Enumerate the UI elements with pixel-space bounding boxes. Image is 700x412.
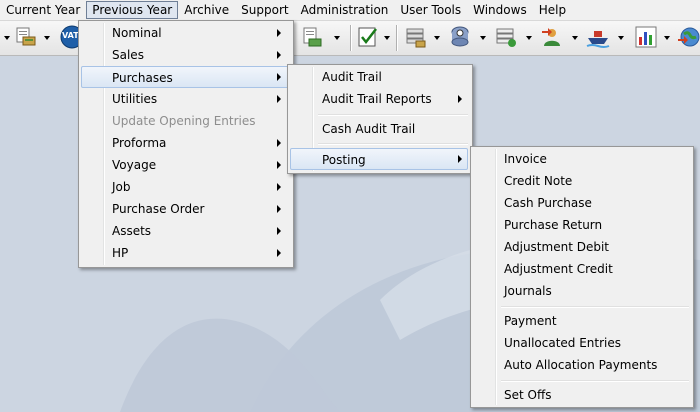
submenu-arrow-icon (277, 249, 281, 257)
menu-separator (501, 306, 689, 308)
menu-item-credit-note[interactable]: Credit Note (473, 170, 689, 192)
layers-button[interactable] (494, 25, 518, 49)
menu-item-update-opening-entries: Update Opening Entries (112, 114, 256, 128)
checkmark-button[interactable] (356, 25, 380, 49)
purchases-submenu: Audit Trail Audit Trail Reports Cash Aud… (287, 64, 473, 174)
menu-item-cash-purchase[interactable]: Cash Purchase (473, 192, 689, 214)
menu-archive[interactable]: Archive (178, 1, 235, 19)
dropdown-arrow-icon[interactable] (44, 36, 50, 40)
users-button[interactable] (540, 25, 564, 49)
dropdown-arrow-icon[interactable] (618, 36, 624, 40)
dropdown-arrow-icon[interactable] (526, 36, 532, 40)
layers-icon (496, 28, 516, 47)
menu-item-posting[interactable]: Posting (290, 148, 468, 170)
dropdown-arrow-icon[interactable] (572, 36, 578, 40)
submenu-arrow-icon (277, 205, 281, 213)
menu-item-auto-allocation-payments[interactable]: Auto Allocation Payments (473, 354, 689, 376)
menu-item-proforma[interactable]: Proforma (81, 132, 289, 154)
toolbar-separator (396, 25, 398, 51)
menu-item-set-offs[interactable]: Set Offs (473, 384, 689, 406)
submenu-arrow-icon (277, 161, 281, 169)
invoice-button[interactable] (300, 25, 324, 49)
menu-previous-year[interactable]: Previous Year (86, 1, 179, 19)
submenu-arrow-icon (458, 155, 462, 163)
submenu-arrow-icon (277, 139, 281, 147)
chart-icon (635, 26, 657, 48)
dropdown-arrow-icon[interactable] (384, 36, 390, 40)
menu-user-tools[interactable]: User Tools (394, 1, 467, 19)
toolbar-separator (350, 25, 352, 51)
menu-item-utilities[interactable]: Utilities (81, 88, 289, 110)
globe-button[interactable] (678, 25, 700, 49)
users-icon (542, 28, 560, 46)
database-button[interactable] (448, 25, 472, 49)
checkmark-icon (358, 27, 377, 47)
menu-bar: Current Year Previous Year Archive Suppo… (0, 0, 700, 21)
menu-item-hp[interactable]: HP (81, 242, 289, 264)
dropdown-arrow-icon[interactable] (4, 36, 10, 40)
ship-button[interactable] (586, 25, 610, 49)
menu-item-journals[interactable]: Journals (473, 280, 689, 302)
submenu-arrow-icon (277, 29, 281, 37)
menu-item-purchase-return[interactable]: Purchase Return (473, 214, 689, 236)
posting-submenu: Invoice Credit Note Cash Purchase Purcha… (470, 146, 694, 408)
menu-item-invoice[interactable]: Invoice (473, 148, 689, 170)
drawer-button[interactable] (404, 25, 428, 49)
menu-item-sales[interactable]: Sales (81, 44, 289, 66)
dropdown-arrow-icon[interactable] (480, 36, 486, 40)
menu-item-voyage[interactable]: Voyage (81, 154, 289, 176)
submenu-arrow-icon (277, 73, 281, 81)
menu-separator (501, 380, 689, 382)
previous-year-menu: Nominal Sales Purchases Utilities Update… (78, 20, 294, 268)
chart-button[interactable] (634, 25, 658, 49)
invoice-icon (303, 27, 322, 47)
dropdown-arrow-icon[interactable] (334, 36, 340, 40)
menu-item-purchases[interactable]: Purchases (81, 66, 289, 88)
menu-administration[interactable]: Administration (295, 1, 395, 19)
menu-item-audit-trail-reports[interactable]: Audit Trail Reports (290, 88, 468, 110)
menu-item-audit-trail[interactable]: Audit Trail (290, 66, 468, 88)
menu-item-job[interactable]: Job (81, 176, 289, 198)
reports-button[interactable] (14, 25, 38, 49)
submenu-arrow-icon (277, 227, 281, 235)
menu-item-adjustment-debit[interactable]: Adjustment Debit (473, 236, 689, 258)
drawer-icon (406, 28, 426, 48)
submenu-arrow-icon (277, 51, 281, 59)
reports-icon (16, 27, 36, 46)
menu-separator (318, 114, 468, 116)
submenu-arrow-icon (458, 95, 462, 103)
menu-help[interactable]: Help (533, 1, 572, 19)
menu-current-year[interactable]: Current Year (0, 1, 86, 19)
menu-item-purchase-order[interactable]: Purchase Order (81, 198, 289, 220)
menu-item-nominal[interactable]: Nominal (81, 22, 289, 44)
dropdown-arrow-icon[interactable] (664, 36, 670, 40)
globe-icon (678, 27, 700, 47)
vat-label: VAT (62, 31, 79, 40)
menu-item-adjustment-credit[interactable]: Adjustment Credit (473, 258, 689, 280)
menu-support[interactable]: Support (235, 1, 294, 19)
menu-item-assets[interactable]: Assets (81, 220, 289, 242)
submenu-arrow-icon (277, 95, 281, 103)
submenu-arrow-icon (277, 183, 281, 191)
menu-item-cash-audit-trail[interactable]: Cash Audit Trail (290, 118, 468, 140)
menu-windows[interactable]: Windows (467, 1, 533, 19)
menu-separator (318, 143, 468, 145)
dropdown-arrow-icon[interactable] (434, 36, 440, 40)
database-icon (451, 26, 469, 47)
menu-item-unallocated-entries[interactable]: Unallocated Entries (473, 332, 689, 354)
ship-icon (586, 31, 610, 48)
menu-item-payment[interactable]: Payment (473, 310, 689, 332)
